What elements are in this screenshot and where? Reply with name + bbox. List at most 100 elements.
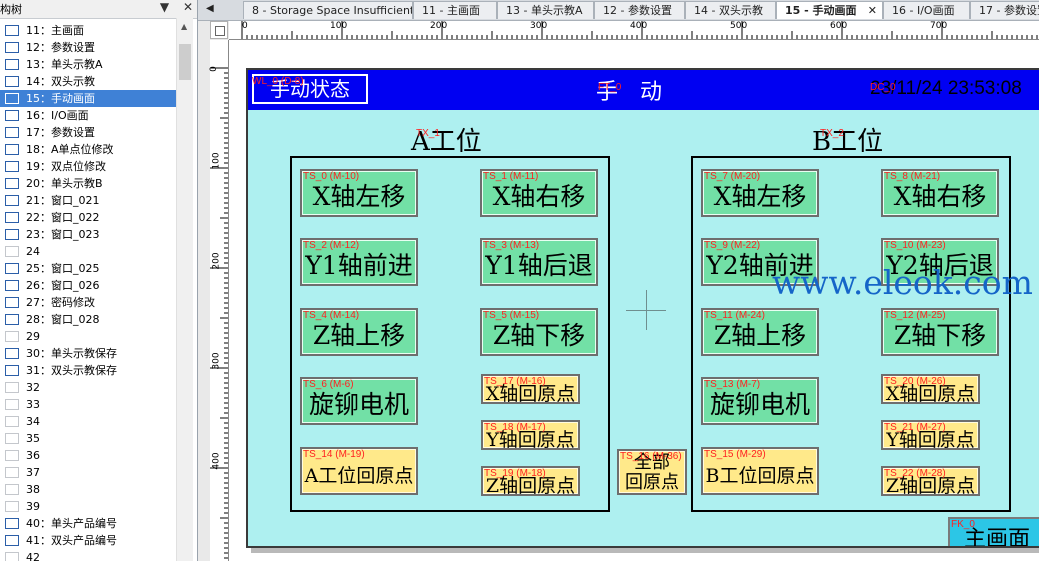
tab-scroll-left-icon[interactable]: ◀ xyxy=(206,3,214,14)
tree-item[interactable]: 11：主画面 xyxy=(0,22,176,39)
tree-item[interactable]: 24 xyxy=(0,243,176,260)
b-z-up-button[interactable]: Z轴上移 TS_11 (M-24) xyxy=(701,308,819,356)
tree-item[interactable]: 38 xyxy=(0,481,176,498)
close-icon[interactable]: ✕ xyxy=(183,0,193,14)
a-rivet-motor-button[interactable]: 旋铆电机 TS_6 (M-6) xyxy=(300,377,418,425)
button-tag: TS_12 (M-25) xyxy=(884,310,946,321)
tree-item[interactable]: 42 xyxy=(0,549,176,561)
button-tag: TS_6 (M-6) xyxy=(303,379,354,390)
main-screen-button[interactable]: 主画面 FK_0 xyxy=(948,517,1039,546)
hmi-screen-manual[interactable]: 手动状态 WL_0 (D-8) 手 动 FT_0 23/11/24 23:53:… xyxy=(246,68,1039,548)
tab-param-settings[interactable]: 12 - 参数设置 xyxy=(594,1,685,19)
a-z-home-button[interactable]: Z轴回原点 TS_19 (M-18) xyxy=(481,466,580,496)
tree-item[interactable]: 29 xyxy=(0,328,176,345)
a-y-home-button[interactable]: Y轴回原点 TS_18 (M-17) xyxy=(481,420,580,450)
tab-double-teach[interactable]: 14 - 双头示教 xyxy=(685,1,776,19)
tree-item-label: 38 xyxy=(26,483,40,496)
a-x-left-button[interactable]: X轴左移 TS_0 (M-10) xyxy=(300,169,418,217)
tab-io-screen[interactable]: 16 - I/O画面 xyxy=(883,1,970,19)
tree-item[interactable]: 26：窗口_026 xyxy=(0,277,176,294)
tree-item[interactable]: 23：窗口_023 xyxy=(0,226,176,243)
tree-item[interactable]: 18：A单点位修改 xyxy=(0,141,176,158)
tree-item-label: 21：窗口_021 xyxy=(26,194,100,207)
tree-item[interactable]: 20：单头示教B xyxy=(0,175,176,192)
tree-item[interactable]: 25：窗口_025 xyxy=(0,260,176,277)
a-station-home-button[interactable]: A工位回原点 TS_14 (M-19) xyxy=(300,447,418,495)
tree-item[interactable]: 41：双头产品编号 xyxy=(0,532,176,549)
tree-item-label: 18：A单点位修改 xyxy=(26,143,114,156)
tree-item[interactable]: 31：双头示教保存 xyxy=(0,362,176,379)
tree-item-label: 41：双头产品编号 xyxy=(26,534,117,547)
b-z-down-button[interactable]: Z轴下移 TS_12 (M-25) xyxy=(881,308,999,356)
a-x-right-button[interactable]: X轴右移 TS_1 (M-11) xyxy=(480,169,598,217)
tree-item[interactable]: 17：参数设置 xyxy=(0,124,176,141)
b-x-home-button[interactable]: X轴回原点 TS_20 (M-26) xyxy=(881,374,980,404)
tab-label: 12 - 参数设置 xyxy=(603,4,672,17)
tab-param-settings-2[interactable]: 17 - 参数设置 xyxy=(970,1,1039,19)
tree-item[interactable]: 12：参数设置 xyxy=(0,39,176,56)
tree-item[interactable]: 22：窗口_022 xyxy=(0,209,176,226)
tree-item[interactable]: 16：I/O画面 xyxy=(0,107,176,124)
page-icon xyxy=(5,25,19,36)
tree-item[interactable]: 21：窗口_021 xyxy=(0,192,176,209)
b-x-right-button[interactable]: X轴右移 TS_8 (M-21) xyxy=(881,169,999,217)
v-ruler-label: 400 xyxy=(211,452,222,470)
button-tag: TS_13 (M-7) xyxy=(704,379,761,390)
tree-item[interactable]: 34 xyxy=(0,413,176,430)
b-rivet-motor-button[interactable]: 旋铆电机 TS_13 (M-7) xyxy=(701,377,819,425)
tree-scrollbar[interactable]: ▲ xyxy=(176,18,193,561)
pin-dropdown-icon[interactable]: ▼ xyxy=(160,0,169,14)
tree-item[interactable]: 30：单头示教保存 xyxy=(0,345,176,362)
a-x-home-button[interactable]: X轴回原点 TS_17 (M-16) xyxy=(481,374,580,404)
tree-panel-title: 构树 xyxy=(0,3,22,16)
tree-item[interactable]: 37 xyxy=(0,464,176,481)
a-y1-back-button[interactable]: Y1轴后退 TS_3 (M-13) xyxy=(480,238,598,286)
tree-item[interactable]: 27：密码修改 xyxy=(0,294,176,311)
tree-item[interactable]: 33 xyxy=(0,396,176,413)
a-z-up-button[interactable]: Z轴上移 TS_4 (M-14) xyxy=(300,308,418,356)
tree-item[interactable]: 19：双点位修改 xyxy=(0,158,176,175)
tree-item[interactable]: 35 xyxy=(0,430,176,447)
tab-main-screen[interactable]: 11 - 主画面 xyxy=(413,1,497,19)
page-icon xyxy=(5,382,19,393)
center-crosshair-v xyxy=(646,290,647,330)
tree-item[interactable]: 36 xyxy=(0,447,176,464)
h-ruler-label: 0 xyxy=(242,21,248,31)
button-label: Y1轴后退 xyxy=(485,251,593,280)
page-icon xyxy=(5,59,19,70)
b-z-home-button[interactable]: Z轴回原点 TS_22 (M-28) xyxy=(881,466,980,496)
tree-item[interactable]: 28：窗口_028 xyxy=(0,311,176,328)
tab-single-teach-a[interactable]: 13 - 单头示教A xyxy=(497,1,594,19)
button-tag: TS_9 (M-22) xyxy=(704,240,761,251)
a-z-down-button[interactable]: Z轴下移 TS_5 (M-15) xyxy=(480,308,598,356)
tree-item[interactable]: 14：双头示教 xyxy=(0,73,176,90)
tree-item-label: 29 xyxy=(26,330,40,343)
tab-close-icon[interactable]: ✕ xyxy=(868,2,877,19)
tree-item[interactable]: 13：单头示教A xyxy=(0,56,176,73)
screen-tree: 11：主画面 12：参数设置 13：单头示教A 14：双头示教 15：手动画面 16：I/… xyxy=(0,22,176,561)
station-b-tag: TX_2 xyxy=(820,128,844,139)
button-tag: TS_15 (M-29) xyxy=(704,449,766,460)
tree-item[interactable]: 40：单头产品编号 xyxy=(0,515,176,532)
tree-item-label: 32 xyxy=(26,381,40,394)
tree-item-label: 16：I/O画面 xyxy=(26,109,89,122)
scroll-up-icon[interactable]: ▲ xyxy=(181,22,187,31)
tree-item[interactable]: 32 xyxy=(0,379,176,396)
tree-item[interactable]: 39 xyxy=(0,498,176,515)
tab-storage-space[interactable]: 8 - Storage Space Insufficient xyxy=(243,1,413,19)
b-station-home-button[interactable]: B工位回原点 TS_15 (M-29) xyxy=(701,447,819,495)
button-tag: TS_4 (M-14) xyxy=(303,310,360,321)
button-tag: TS_0 (M-10) xyxy=(303,171,360,182)
button-tag: TS_7 (M-20) xyxy=(704,171,761,182)
tab-manual-screen[interactable]: 15 - 手动画面 ✕ xyxy=(776,1,883,19)
tree-item-label: 35 xyxy=(26,432,40,445)
page-icon xyxy=(5,76,19,87)
scroll-thumb[interactable] xyxy=(179,44,191,80)
button-tag: TS_8 (M-21) xyxy=(884,171,941,182)
b-x-left-button[interactable]: X轴左移 TS_7 (M-20) xyxy=(701,169,819,217)
ruler-corner-icon xyxy=(215,26,225,36)
b-y-home-button[interactable]: Y轴回原点 TS_21 (M-27) xyxy=(881,420,980,450)
all-home-button[interactable]: 全部 回原点 TS_16 (M-36) xyxy=(617,449,687,495)
tree-item[interactable]: 15：手动画面 xyxy=(0,90,176,107)
a-y1-forward-button[interactable]: Y1轴前进 TS_2 (M-12) xyxy=(300,238,418,286)
